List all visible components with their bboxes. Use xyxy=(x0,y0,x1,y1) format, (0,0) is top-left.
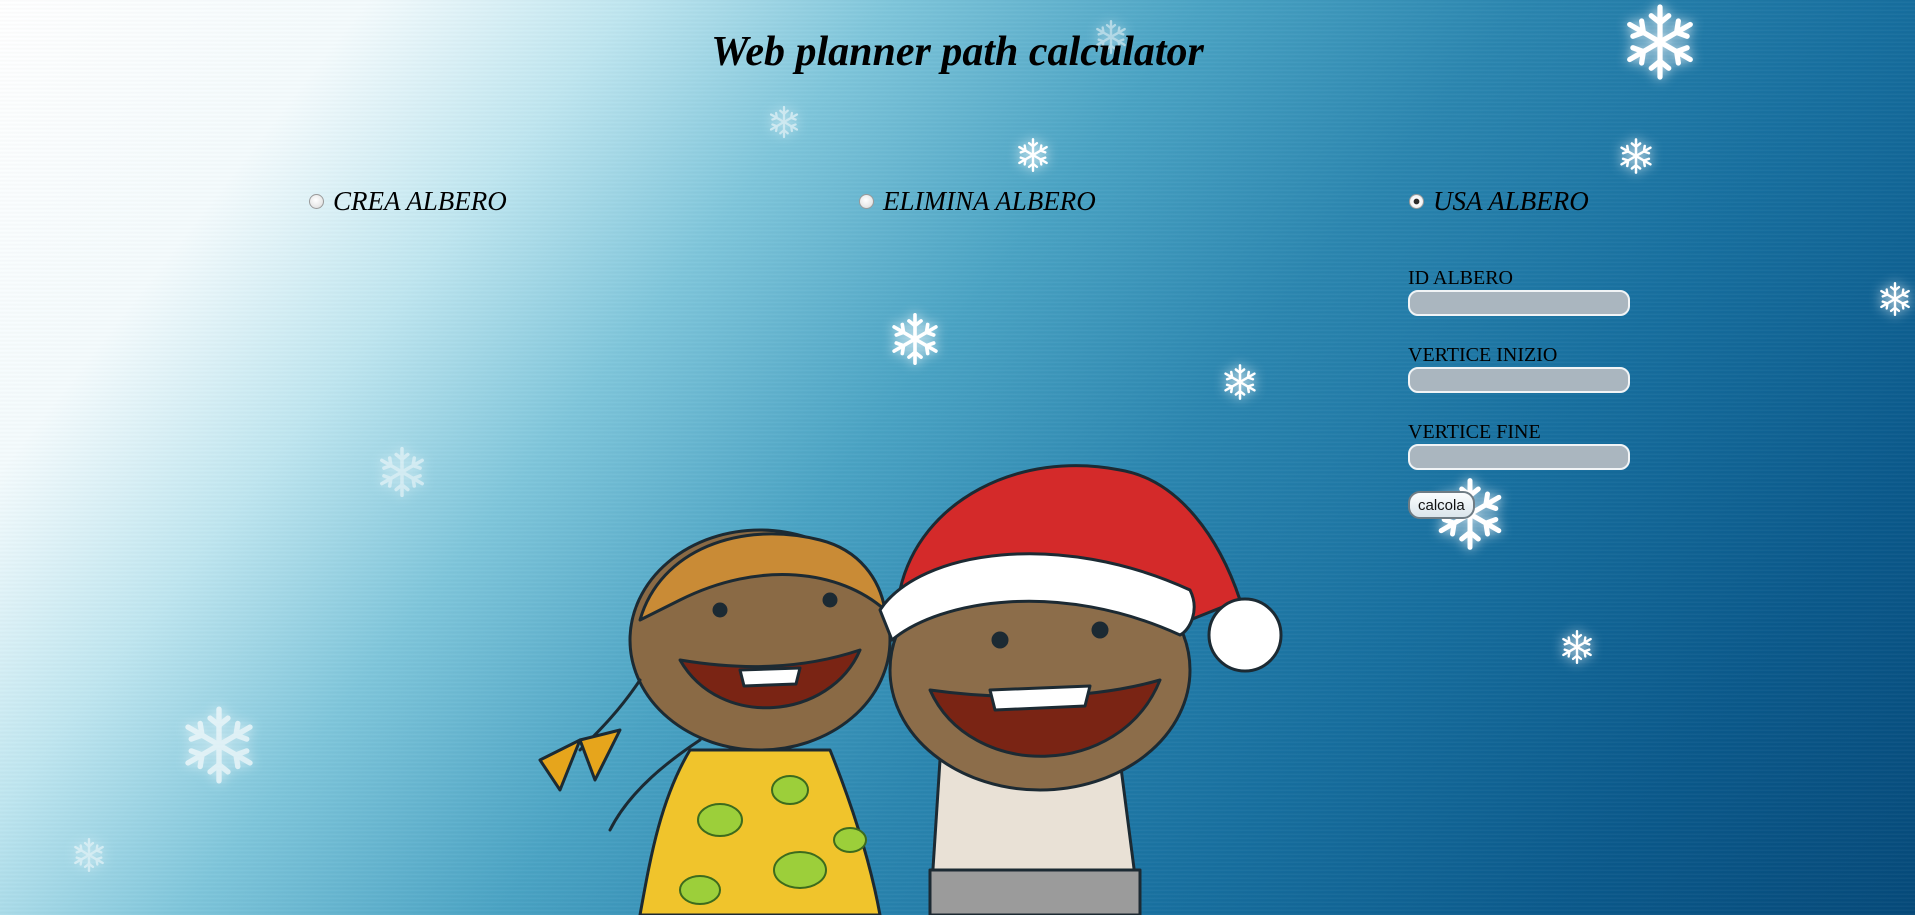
radio-create-tree[interactable] xyxy=(309,193,324,209)
radio-use-tree[interactable] xyxy=(1409,193,1424,209)
use-tree-form: ID ALBERO VERTICE INIZIO VERTICE FINE ca… xyxy=(1408,266,1638,519)
snowflake-icon xyxy=(886,310,944,368)
mode-label-create: CREA ALBERO xyxy=(333,186,507,216)
snowflake-icon xyxy=(70,836,108,874)
start-vertex-input[interactable] xyxy=(1408,367,1630,393)
mode-option-create[interactable]: CREA ALBERO xyxy=(309,184,507,218)
tree-id-label: ID ALBERO xyxy=(1408,267,1513,289)
mode-label-use: USA ALBERO xyxy=(1433,186,1589,216)
radio-delete-tree[interactable] xyxy=(859,193,874,209)
mode-option-use[interactable]: USA ALBERO xyxy=(1409,184,1589,218)
end-vertex-label: VERTICE FINE xyxy=(1408,421,1541,443)
calculate-button[interactable]: calcola xyxy=(1408,491,1475,519)
snowflake-icon xyxy=(1558,628,1596,666)
girl-figure xyxy=(538,528,942,915)
snowflake-icon xyxy=(1876,280,1914,318)
snowflake-icon xyxy=(1014,136,1052,174)
mode-label-delete: ELIMINA ALBERO xyxy=(883,186,1096,216)
snowflake-icon xyxy=(1616,136,1656,176)
boy-figure xyxy=(878,464,1283,915)
snowflake-icon xyxy=(1220,362,1260,402)
snowflake-icon xyxy=(176,702,262,788)
mode-option-delete[interactable]: ELIMINA ALBERO xyxy=(859,184,1096,218)
start-vertex-label: VERTICE INIZIO xyxy=(1408,344,1558,366)
end-vertex-input[interactable] xyxy=(1408,444,1630,470)
christmas-kids-illustration xyxy=(538,464,1283,915)
page-title: Web planner path calculator xyxy=(711,29,1204,75)
tree-id-input[interactable] xyxy=(1408,290,1630,316)
snowflake-icon xyxy=(766,104,802,140)
snowflake-icon xyxy=(374,444,430,500)
